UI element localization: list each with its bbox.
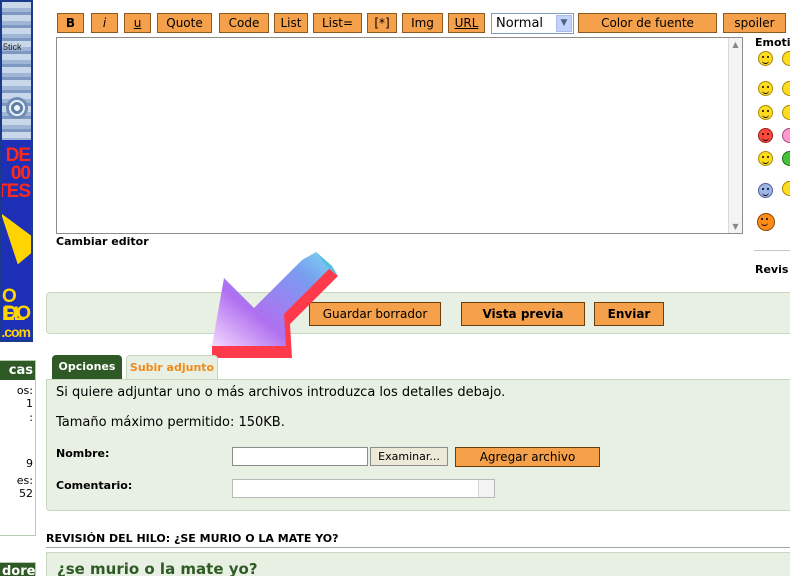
chevron-down-icon[interactable]: ▼ xyxy=(556,15,572,32)
sidebar-stats-line: : xyxy=(29,411,33,424)
sidebar-stats-line: 9 xyxy=(26,457,33,470)
add-file-button[interactable]: Agregar archivo xyxy=(455,447,600,467)
image-button[interactable]: Img xyxy=(402,13,443,33)
sidebar-stats-line: 1 xyxy=(26,397,33,410)
smile-icon[interactable] xyxy=(782,151,790,166)
ordered-list-button[interactable]: List= xyxy=(313,13,362,33)
banner-bottom-graphic: O EL DO .com xyxy=(1,280,31,340)
change-editor-link[interactable]: Cambiar editor xyxy=(56,235,149,248)
scroll-down-icon[interactable]: ▼ xyxy=(729,220,742,233)
smile-icon[interactable] xyxy=(782,81,790,96)
blue-face-icon[interactable] xyxy=(758,183,773,198)
tab-attachments[interactable]: Subir adjunto xyxy=(126,355,218,379)
file-name-input[interactable] xyxy=(232,447,368,466)
comment-label: Comentario: xyxy=(56,479,133,492)
url-button[interactable]: URL xyxy=(448,13,485,33)
smile-icon[interactable] xyxy=(782,181,790,196)
font-size-select[interactable]: Normal ▼ xyxy=(491,13,574,34)
send-button[interactable]: Enviar xyxy=(594,302,664,326)
advertisement-banner[interactable]: 5tick DE 00 TES O EL DO .com xyxy=(0,0,33,342)
message-textarea[interactable]: ▲ ▼ xyxy=(56,37,743,234)
name-label: Nombre: xyxy=(56,447,110,460)
smile-icon[interactable] xyxy=(758,81,773,96)
italic-button[interactable]: i xyxy=(91,13,118,33)
pointer-arrow-icon xyxy=(212,252,338,358)
grin-icon[interactable] xyxy=(758,105,773,120)
banner-mid-text-3: TES xyxy=(2,181,31,202)
textarea-scrollbar[interactable]: ▲ ▼ xyxy=(728,38,742,233)
angry-icon[interactable] xyxy=(758,128,773,143)
smile-icon[interactable] xyxy=(782,51,790,66)
attachment-intro-text: Si quiere adjuntar uno o más archivos in… xyxy=(56,385,506,400)
scroll-up-icon[interactable]: ▲ xyxy=(729,38,742,51)
comment-input[interactable] xyxy=(232,479,495,498)
banner-top-text: 5tick xyxy=(3,42,22,52)
font-color-button[interactable]: Color de fuente xyxy=(578,13,717,33)
review-sidebar-title: Revis xyxy=(755,263,789,276)
sidebar-users-box: dores xyxy=(0,562,36,576)
emoticons-divider xyxy=(754,250,790,251)
thread-review-heading: REVISIÓN DEL HILO: ¿SE MURIO O LA MATE Y… xyxy=(46,532,339,545)
sidebar-stats-title: cas xyxy=(0,361,35,380)
banner-top-graphic: 5tick xyxy=(2,2,31,140)
preview-button[interactable]: Vista previa xyxy=(461,302,585,326)
emoticons-title: Emoti xyxy=(755,36,790,49)
banner-bottom-text-2: DO xyxy=(3,303,31,324)
review-divider xyxy=(46,547,790,548)
sidebar-stats-line: 52 xyxy=(19,487,33,500)
list-button[interactable]: List xyxy=(274,13,308,33)
list-item-button[interactable]: [*] xyxy=(367,13,397,33)
radiation-icon xyxy=(6,97,28,119)
spoiler-button[interactable]: spoiler xyxy=(723,13,786,33)
sidebar-stats-line: es: xyxy=(16,474,33,487)
max-size-text: Tamaño máximo permitido: 150KB. xyxy=(56,415,285,430)
sidebar-users-title: dores xyxy=(0,563,35,576)
left-sidebar: 5tick DE 00 TES O EL DO .com cas os: 1 :… xyxy=(0,0,36,576)
smile-icon[interactable] xyxy=(758,51,773,66)
code-button[interactable]: Code xyxy=(219,13,269,33)
thread-title[interactable]: ¿se murio o la mate yo? xyxy=(57,560,258,576)
comment-scrollbar[interactable] xyxy=(478,480,494,497)
quote-button[interactable]: Quote xyxy=(157,13,212,33)
tab-options[interactable]: Opciones xyxy=(52,355,122,379)
banner-bottom-text-3: .com xyxy=(1,324,31,340)
arrow-icon xyxy=(2,205,31,265)
underline-button[interactable]: u xyxy=(124,13,151,33)
sidebar-stats-line: os: xyxy=(16,384,33,397)
bold-button[interactable]: B xyxy=(57,13,84,33)
smile-icon[interactable] xyxy=(782,105,790,120)
font-size-value: Normal xyxy=(496,16,544,31)
browse-button[interactable]: Examinar... xyxy=(370,447,448,466)
smile-icon[interactable] xyxy=(758,151,773,166)
blush-icon[interactable] xyxy=(782,128,790,143)
banner-mid-graphic: DE 00 TES xyxy=(2,140,31,280)
pumpkin-icon[interactable] xyxy=(757,213,775,231)
